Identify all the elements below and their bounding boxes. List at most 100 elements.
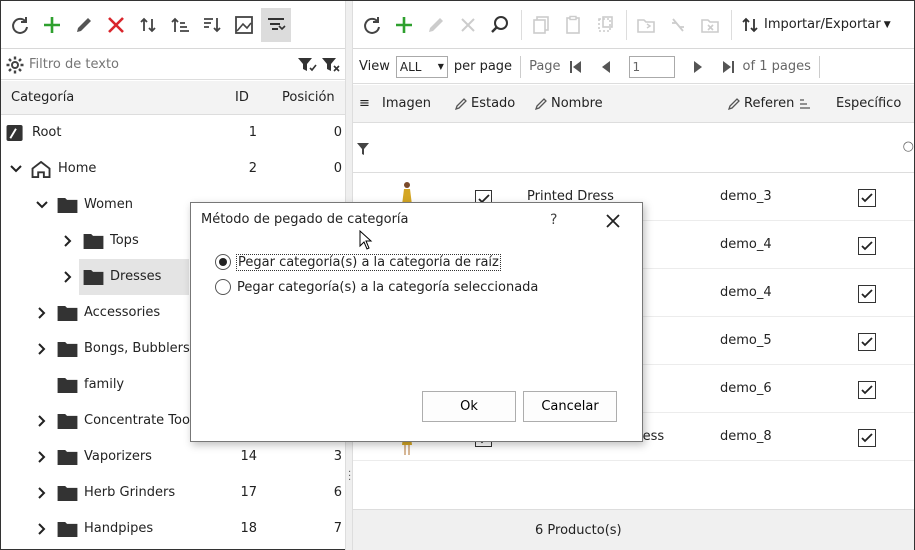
move-to-category-button[interactable] bbox=[631, 8, 661, 42]
tree-item[interactable]: Vaporizers 14 3 bbox=[1, 439, 345, 475]
folder-icon bbox=[57, 341, 78, 358]
remove-from-category-button[interactable] bbox=[695, 8, 725, 42]
tree-item-label: Home bbox=[58, 161, 97, 176]
paste-button[interactable] bbox=[558, 8, 588, 42]
chevron-right-icon[interactable] bbox=[35, 306, 49, 320]
folder-icon bbox=[57, 377, 78, 394]
especifico-checkbox[interactable] bbox=[858, 237, 876, 255]
product-grid-footer: 6 Producto(s) bbox=[353, 509, 914, 550]
option-root-label: Pegar categoría(s) a la categoría de raí… bbox=[236, 253, 501, 271]
column-header-especifico[interactable]: Específico bbox=[836, 96, 901, 111]
last-page-button[interactable] bbox=[718, 57, 738, 77]
especifico-checkbox[interactable] bbox=[858, 189, 876, 207]
view-count-select[interactable]: ALL ▼ bbox=[395, 55, 448, 78]
toolbar-separator bbox=[626, 9, 627, 40]
sort-button[interactable] bbox=[133, 8, 163, 42]
text-filter-input[interactable] bbox=[29, 57, 289, 72]
column-header-category[interactable]: Categoría bbox=[11, 90, 74, 105]
chevron-right-icon[interactable] bbox=[35, 414, 49, 428]
product-reference: demo_3 bbox=[720, 189, 772, 204]
close-icon[interactable] bbox=[604, 212, 622, 230]
especifico-checkbox[interactable] bbox=[858, 285, 876, 303]
especifico-checkbox[interactable] bbox=[858, 381, 876, 399]
delete-button[interactable] bbox=[101, 8, 131, 42]
especifico-checkbox[interactable] bbox=[858, 429, 876, 447]
column-header-referencia[interactable]: Referen bbox=[727, 96, 815, 111]
edit-icon bbox=[454, 97, 467, 110]
search-button[interactable] bbox=[485, 8, 515, 42]
chevron-down-icon[interactable] bbox=[9, 162, 23, 176]
column-header-image[interactable]: Imagen bbox=[382, 96, 431, 111]
per-page-label: per page bbox=[453, 59, 513, 74]
import-export-menu[interactable]: Importar/Exportar ▼ bbox=[740, 15, 891, 35]
next-page-button[interactable] bbox=[688, 57, 708, 77]
column-header-nombre[interactable]: Nombre bbox=[534, 96, 603, 111]
move-down-button[interactable] bbox=[197, 8, 227, 42]
folder-icon bbox=[57, 413, 78, 430]
option-selected-label: Pegar categoría(s) a la categoría selecc… bbox=[237, 279, 539, 295]
image-button[interactable] bbox=[229, 8, 259, 42]
toolbar-separator bbox=[521, 9, 522, 40]
tree-item-label: Accessories bbox=[84, 305, 161, 320]
especifico-checkbox[interactable] bbox=[858, 333, 876, 351]
product-add-button[interactable] bbox=[389, 8, 419, 42]
gear-icon[interactable] bbox=[5, 55, 25, 75]
filter-list-button[interactable] bbox=[261, 7, 291, 42]
first-page-icon bbox=[569, 60, 581, 73]
product-delete-button[interactable] bbox=[453, 8, 483, 42]
home-icon bbox=[31, 161, 51, 178]
chevron-down-icon[interactable] bbox=[35, 198, 49, 212]
product-refresh-button[interactable] bbox=[357, 8, 387, 42]
filter-clear-icon[interactable] bbox=[321, 56, 341, 74]
product-reference: demo_4 bbox=[720, 237, 772, 252]
tree-item-position: 0 bbox=[333, 161, 342, 176]
checkmark-icon bbox=[861, 241, 873, 251]
tree-item[interactable]: Handpipes 18 7 bbox=[1, 511, 345, 547]
duplicate-button[interactable] bbox=[590, 8, 620, 42]
move-up-button[interactable] bbox=[165, 8, 195, 42]
filter-row-search-icon: ○ bbox=[902, 139, 914, 154]
grid-filter-row[interactable]: ○ bbox=[353, 123, 914, 173]
tree-item-label: Tops bbox=[110, 233, 139, 248]
product-reference: demo_4 bbox=[720, 285, 772, 300]
pagination-bar: View ALL ▼ per page Page 1 of 1 pages bbox=[353, 50, 914, 84]
add-button[interactable] bbox=[37, 8, 67, 42]
radio-selected-category[interactable] bbox=[215, 279, 231, 295]
product-edit-button[interactable] bbox=[421, 8, 451, 42]
ok-button[interactable]: Ok bbox=[422, 391, 516, 422]
chevron-right-icon[interactable] bbox=[35, 522, 49, 536]
first-page-button[interactable] bbox=[566, 57, 586, 77]
chevron-right-icon[interactable] bbox=[61, 270, 75, 284]
column-header-id[interactable]: ID bbox=[235, 90, 249, 105]
radio-root-category[interactable] bbox=[215, 254, 231, 270]
product-count: 6 Producto(s) bbox=[535, 523, 622, 538]
unlink-category-button[interactable] bbox=[663, 8, 693, 42]
copy-button[interactable] bbox=[526, 8, 556, 42]
option-root-category[interactable]: Pegar categoría(s) a la categoría de raí… bbox=[215, 253, 501, 271]
tree-item[interactable]: Herb Grinders 17 6 bbox=[1, 475, 345, 511]
column-menu-icon[interactable]: ≡ bbox=[359, 96, 370, 111]
column-header-estado[interactable]: Estado bbox=[454, 96, 515, 111]
cancel-button[interactable]: Cancelar bbox=[523, 391, 617, 422]
chevron-right-icon[interactable] bbox=[61, 234, 75, 248]
page-number-input[interactable]: 1 bbox=[628, 55, 675, 78]
import-export-label: Importar/Exportar bbox=[764, 17, 881, 32]
chevron-right-icon[interactable] bbox=[35, 486, 49, 500]
help-button[interactable]: ? bbox=[550, 212, 557, 228]
refresh-icon bbox=[364, 16, 380, 34]
filter-icon bbox=[357, 143, 369, 155]
tree-item[interactable]: Root 1 0 bbox=[1, 115, 345, 151]
option-selected-category[interactable]: Pegar categoría(s) a la categoría selecc… bbox=[215, 279, 538, 295]
product-reference: demo_6 bbox=[720, 381, 772, 396]
previous-page-icon bbox=[601, 60, 610, 73]
refresh-button[interactable] bbox=[5, 8, 35, 42]
column-header-position[interactable]: Posición bbox=[282, 90, 335, 105]
tree-item[interactable]: Home 2 0 bbox=[1, 151, 345, 187]
edit-button[interactable] bbox=[69, 8, 99, 42]
chevron-right-icon[interactable] bbox=[35, 342, 49, 356]
root-icon bbox=[6, 125, 23, 142]
previous-page-button[interactable] bbox=[596, 57, 616, 77]
filter-check-icon[interactable] bbox=[297, 56, 317, 74]
duplicate-icon bbox=[598, 15, 613, 32]
chevron-right-icon[interactable] bbox=[35, 450, 49, 464]
